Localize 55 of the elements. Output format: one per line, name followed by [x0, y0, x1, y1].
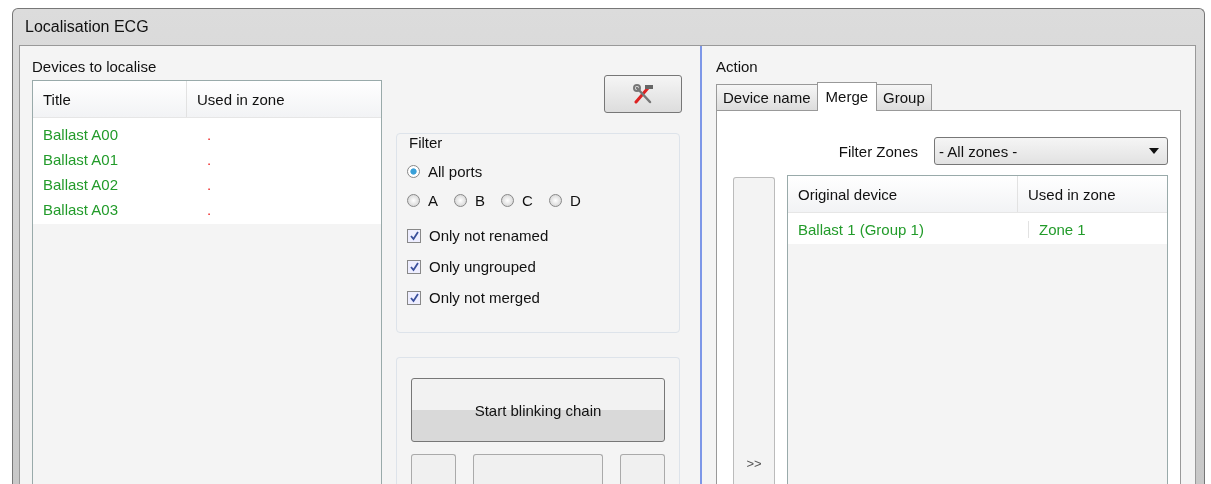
zone-dropdown[interactable]: - All zones - — [934, 137, 1168, 165]
radio-label: B — [475, 192, 486, 209]
zone-cell-text: . — [206, 176, 213, 193]
radio-option[interactable]: B — [454, 192, 486, 209]
small-button[interactable] — [620, 454, 665, 484]
checkbox[interactable] — [407, 290, 421, 305]
column-header[interactable]: Used in zone — [1018, 176, 1167, 212]
zone-cell-text: Zone 1 — [1038, 221, 1087, 238]
checkbox-option[interactable]: Only not renamed — [407, 227, 669, 244]
radio-button[interactable] — [407, 165, 420, 178]
radio-label: A — [428, 192, 438, 209]
checkbox[interactable] — [407, 259, 421, 274]
radio-label: D — [569, 192, 581, 209]
checkbox-label: Only ungrouped — [429, 258, 536, 275]
start-blinking-button[interactable]: Start blinking chain — [411, 378, 665, 442]
zone-cell-text: . — [206, 201, 213, 218]
zone-cell-text: . — [206, 151, 213, 168]
small-button[interactable] — [411, 454, 456, 484]
group-label: Filter — [407, 134, 445, 151]
zone-cell-text: . — [206, 126, 213, 143]
radio-button[interactable] — [501, 194, 515, 207]
checkbox-option[interactable]: Only ungrouped — [407, 258, 669, 275]
filter-zones-label: Filter Zones — [838, 142, 918, 160]
window-title: Localisation ECG — [25, 18, 149, 36]
checkbox-label: Only not renamed — [429, 227, 549, 244]
radio-option[interactable]: A — [407, 192, 438, 209]
column-header[interactable]: Used in zone — [187, 81, 381, 117]
device-name[interactable]: Ballast A02 — [33, 176, 197, 193]
caret-icon — [1149, 148, 1159, 154]
tab[interactable]: Device name — [716, 84, 818, 110]
checkbox-label: Only not merged — [429, 289, 540, 306]
device-name[interactable]: Ballast A00 — [33, 126, 197, 143]
device-name[interactable]: Ballast A03 — [33, 201, 197, 218]
radio-option[interactable]: All ports — [407, 163, 483, 180]
section-label: Devices to localise — [32, 58, 158, 75]
wide-button[interactable] — [473, 454, 603, 484]
radio-option[interactable]: C — [501, 192, 533, 209]
device-name[interactable]: Ballast A01 — [33, 151, 197, 168]
radio-button[interactable] — [548, 194, 562, 207]
device-name[interactable]: Ballast 1 (Group 1) — [788, 221, 1029, 238]
radio-label: C — [522, 192, 533, 209]
radio-label: All ports — [428, 163, 483, 180]
radio-button[interactable] — [454, 194, 467, 207]
column-header[interactable]: Original device — [788, 176, 1018, 212]
hammer-wrench-icon — [631, 84, 655, 104]
tools-button[interactable] — [604, 75, 682, 113]
checkbox[interactable] — [407, 228, 421, 243]
column-header[interactable]: Title — [33, 81, 187, 117]
radio-option[interactable]: D — [548, 192, 581, 209]
tab[interactable]: Merge — [816, 82, 878, 111]
section-label: Action — [716, 58, 759, 75]
radio-button[interactable] — [407, 194, 420, 207]
move-button[interactable]: >> — [733, 177, 775, 484]
checkbox-option[interactable]: Only not merged — [407, 289, 669, 306]
tab[interactable]: Group — [876, 84, 932, 110]
